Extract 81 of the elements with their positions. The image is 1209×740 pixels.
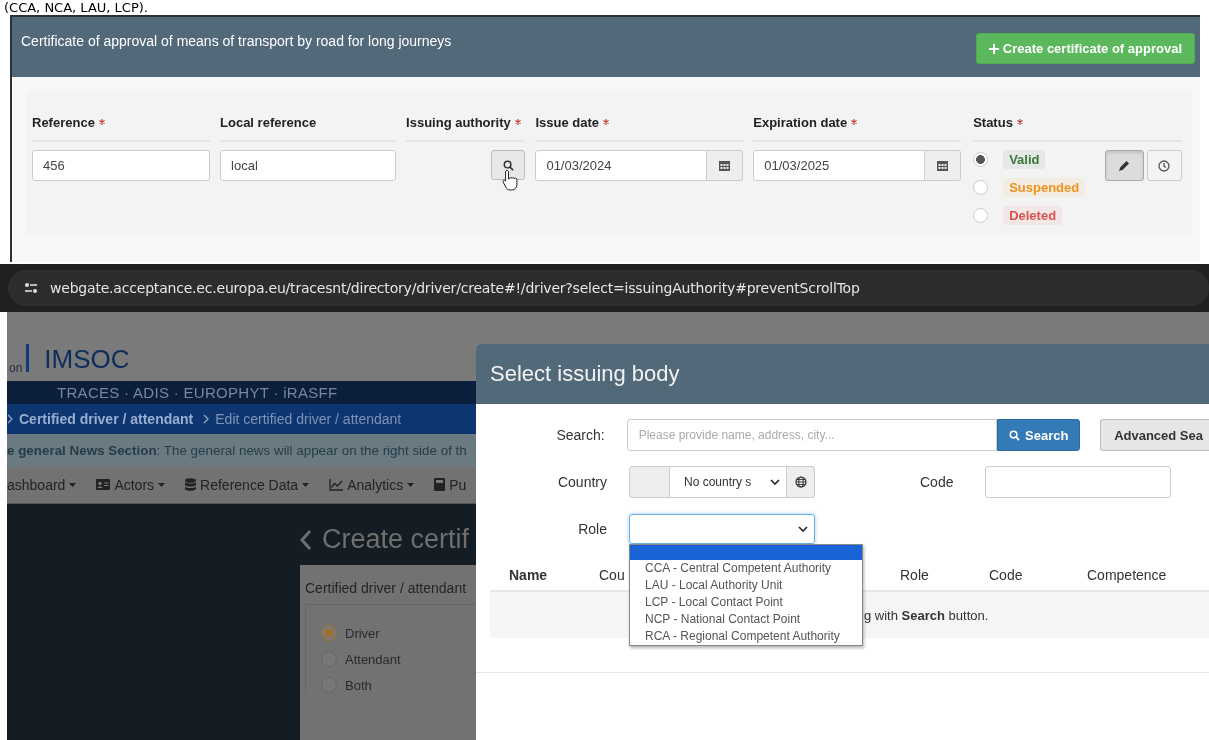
- country-select[interactable]: No country s: [670, 466, 787, 498]
- dropdown-option[interactable]: LCP - Local Contact Point: [630, 594, 862, 611]
- status-label: Deleted: [1003, 206, 1063, 225]
- back-chevron-icon: [300, 528, 312, 551]
- search-icon: [502, 159, 514, 171]
- status-label: Suspended: [1003, 178, 1086, 197]
- search-field[interactable]: Please provide name, address, city...: [626, 419, 998, 451]
- id-card-icon: [96, 479, 111, 491]
- url-field[interactable]: webgate.acceptance.ec.europa.eu/tracesnt/directory/driver/create#!/driver?select=issuingAuthority#preventScrollTop: [8, 270, 1209, 306]
- history-button[interactable]: [1147, 150, 1182, 181]
- advanced-search-button[interactable]: Advanced Sea: [1100, 419, 1209, 451]
- field-label: Country: [556, 474, 607, 490]
- field-label: Issuing authority: [406, 91, 526, 142]
- field-label: Expiration date: [753, 91, 962, 142]
- dropdown-option[interactable]: NCP - National Contact Point: [630, 611, 862, 628]
- field-label: Code: [920, 474, 954, 490]
- calendar-icon: [719, 160, 731, 171]
- logo-text: on: [9, 360, 23, 375]
- systems-text: TRACES · ADIS · EUROPHYT · iRASFF: [57, 383, 338, 401]
- search-button[interactable]: Search: [997, 419, 1081, 451]
- caret-icon: [302, 482, 310, 487]
- plus-icon: [988, 43, 999, 54]
- site-settings-icon: [24, 282, 38, 294]
- hand-cursor-icon: [502, 169, 519, 191]
- dropdown-option[interactable]: CCA - Central Competent Authority: [630, 560, 862, 577]
- calendar-button[interactable]: [707, 150, 744, 181]
- news-text: e general News Section: The general news will appear on the right side of th: [7, 443, 467, 458]
- book-icon: [434, 478, 446, 492]
- field-label: Reference: [32, 91, 211, 142]
- flag-addon: [629, 466, 670, 498]
- field-label: Role: [577, 521, 607, 537]
- field-label: Local reference: [220, 91, 397, 142]
- dropdown-option[interactable]: LAU - Local Authority Unit: [630, 577, 862, 594]
- role-select[interactable]: [629, 514, 815, 544]
- radio-label: Driver: [345, 625, 380, 641]
- caption-text: (CCA, NCA, LAU, LCP).: [3, 0, 148, 15]
- column-header: Cou: [599, 567, 625, 583]
- radio-label: Both: [345, 677, 372, 693]
- date-field[interactable]: 01/03/2024: [535, 150, 708, 181]
- date-field[interactable]: 01/03/2025: [753, 150, 926, 181]
- calendar-icon: [937, 160, 949, 171]
- globe-icon: [794, 476, 807, 488]
- line-chart-icon: [329, 478, 344, 491]
- breadcrumb-link[interactable]: Certified driver / attendant: [19, 411, 194, 428]
- status-label: Valid: [1003, 150, 1046, 169]
- dialog-title: Select issuing body: [490, 361, 680, 387]
- field-label: Issue date: [535, 91, 744, 142]
- calendar-button[interactable]: [925, 150, 962, 181]
- empty-message: g with Search button.: [864, 607, 989, 623]
- column-header: Name: [509, 567, 548, 583]
- caret-icon: [407, 482, 415, 487]
- logo-divider: [26, 343, 30, 372]
- code-field[interactable]: [985, 466, 1172, 498]
- chevron-down-icon: [770, 479, 780, 485]
- panel-title: Certificate of approval of means of transport by road for long journeys: [21, 33, 452, 49]
- caret-icon: [158, 482, 166, 487]
- breadcrumb-link[interactable]: Edit certified driver / attendant: [215, 411, 402, 428]
- edit-button[interactable]: [1105, 150, 1144, 181]
- card-legend: Certified driver / attendant: [305, 580, 467, 596]
- clock-icon: [1158, 159, 1171, 172]
- radio-label: Attendant: [345, 651, 401, 667]
- pencil-icon: [1118, 159, 1131, 172]
- text-field[interactable]: local: [220, 150, 397, 181]
- search-icon: [1009, 429, 1021, 441]
- field-label: Status: [973, 91, 1182, 142]
- chevron-right-icon: [7, 414, 13, 425]
- brand-title: IMSOC: [44, 343, 130, 375]
- radio-button[interactable]: [321, 625, 337, 641]
- chevron-down-icon: [798, 526, 808, 532]
- url-text: webgate.acceptance.ec.europa.eu/tracesnt/directory/driver/create#!/driver?select=issuingAuthority#preventScrollTop: [50, 280, 860, 296]
- column-header: Code: [989, 567, 1023, 583]
- column-header: Role: [900, 567, 929, 583]
- field-label: Search:: [555, 427, 605, 443]
- column-header: Competence: [1087, 567, 1167, 583]
- search-button[interactable]: [491, 150, 526, 180]
- text-field[interactable]: 456: [32, 150, 211, 181]
- chevron-right-icon: [203, 414, 210, 425]
- caret-icon: [69, 482, 77, 487]
- database-icon: [185, 478, 197, 492]
- dropdown-option[interactable]: RCA - Regional Competent Authority: [630, 628, 862, 645]
- globe-button[interactable]: [787, 466, 815, 498]
